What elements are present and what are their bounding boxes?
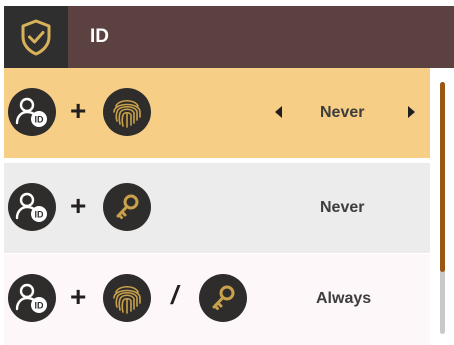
list-item-id-fingerprint-or-key[interactable]: ID + / Always	[4, 254, 430, 345]
plus-icon: +	[70, 95, 87, 126]
user-id-icon: ID	[8, 274, 56, 322]
svg-text:ID: ID	[35, 115, 45, 125]
scrollbar-thumb[interactable]	[440, 82, 445, 272]
key-icon	[103, 183, 151, 231]
fingerprint-icon	[103, 274, 151, 322]
plus-icon: +	[70, 190, 87, 221]
option-value[interactable]: Never	[320, 163, 364, 253]
header-icon-box[interactable]	[4, 6, 68, 68]
list-item-id-key[interactable]: ID + Never	[4, 163, 430, 253]
option-value[interactable]: Always	[316, 254, 371, 344]
shield-check-icon	[21, 19, 51, 56]
user-id-icon: ID	[8, 88, 56, 136]
user-id-icon: ID	[8, 183, 56, 231]
app-window: ID ID + Never ID + Never ID + / Always	[4, 6, 454, 345]
svg-text:ID: ID	[35, 210, 45, 220]
plus-icon: +	[70, 281, 87, 312]
or-separator-icon: /	[171, 280, 179, 310]
next-option-arrow-icon[interactable]	[408, 106, 415, 118]
option-value[interactable]: Never	[320, 68, 364, 158]
list-item-id-fingerprint[interactable]: ID + Never	[4, 68, 430, 158]
page-title: ID	[90, 26, 109, 47]
key-icon	[199, 274, 247, 322]
previous-option-arrow-icon[interactable]	[275, 106, 282, 118]
header-bar: ID	[4, 6, 454, 68]
svg-text:ID: ID	[35, 301, 45, 311]
fingerprint-icon	[103, 88, 151, 136]
